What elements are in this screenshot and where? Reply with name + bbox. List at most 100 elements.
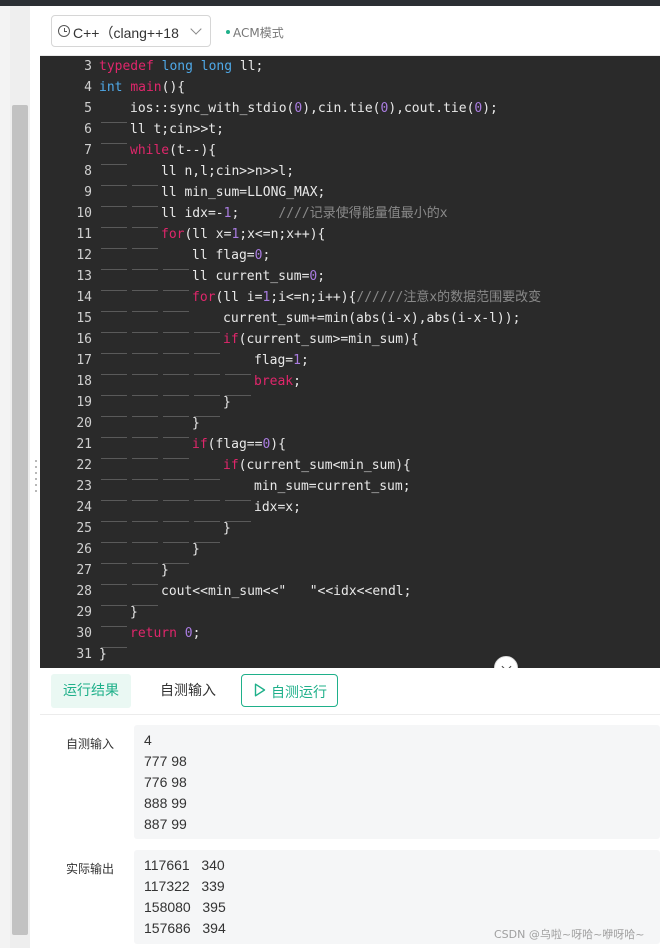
code-line[interactable]: 22 if(current_sum<min_sum){ [40, 455, 660, 480]
code-token: if [192, 437, 208, 452]
code-line[interactable]: 24 idx=x; [40, 497, 660, 522]
input-line: 887 99 [144, 816, 187, 832]
line-code: flag=1; [99, 350, 309, 375]
code-line[interactable]: 31} [40, 644, 660, 665]
code-token: } [192, 416, 200, 431]
line-number: 20 [76, 416, 92, 431]
line-number: 22 [76, 458, 92, 473]
code-line[interactable]: 28 cout<<min_sum<<" "<<idx<<endl; [40, 581, 660, 606]
code-line[interactable]: 6 ll t;cin>>t; [40, 119, 660, 144]
editor-toolbar: C++（clang++18 ACM模式 [40, 6, 660, 56]
line-code: return 0; [99, 623, 200, 648]
code-token: } [223, 521, 231, 536]
code-token: main [130, 80, 162, 95]
code-line[interactable]: 29} [40, 602, 660, 627]
code-line[interactable]: 27} [40, 560, 660, 585]
code-line[interactable]: 17 flag=1; [40, 350, 660, 375]
line-number: 3 [84, 59, 92, 74]
output-line: 157686 394 [144, 920, 226, 936]
line-code: } [99, 392, 231, 417]
code-line[interactable]: 8 ll n,l;cin>>n>>l; [40, 161, 660, 186]
line-code: } [99, 539, 200, 564]
output-label: 实际输出 [66, 862, 115, 876]
vertical-scrollbar-thumb[interactable] [12, 105, 28, 935]
line-number: 10 [76, 206, 92, 221]
code-token: (flag== [207, 437, 263, 452]
language-select[interactable]: C++（clang++18 [51, 15, 211, 47]
code-token: 0 [184, 626, 193, 641]
output-line: 158080 395 [144, 899, 226, 915]
code-token: if [223, 332, 239, 347]
tab-run-result[interactable]: 运行结果 [51, 674, 131, 708]
code-token: ////记录使得能量值最小的x [278, 206, 448, 221]
line-number: 28 [76, 584, 92, 599]
code-line[interactable]: 13 ll current_sum=0; [40, 266, 660, 291]
line-code: while(t--){ [99, 140, 217, 165]
code-line[interactable]: 18 break; [40, 371, 660, 396]
line-code: if(current_sum>=min_sum){ [99, 329, 419, 354]
code-line[interactable]: 11 for(ll x=1;x<=n;x++){ [40, 224, 660, 249]
line-code: break; [99, 371, 301, 396]
line-code: } [99, 518, 231, 543]
code-line[interactable]: 10 ll idx=-1; ////记录使得能量值最小的x [40, 203, 660, 228]
line-code: if(flag==0){ [99, 434, 286, 459]
code-token: ios::sync_with_stdio( [130, 101, 295, 116]
code-line[interactable]: 9 ll min_sum=LLONG_MAX; [40, 182, 660, 207]
tab-custom-input[interactable]: 自测输入 [148, 674, 228, 708]
code-line[interactable]: 4 int main(){ [40, 77, 660, 98]
line-number: 9 [84, 185, 92, 200]
code-line[interactable]: 26} [40, 539, 660, 564]
panel-resize-handle[interactable] [34, 460, 38, 496]
code-line[interactable]: 5 ios::sync_with_stdio(0),cin.tie(0),cout… [40, 98, 660, 123]
line-number: 23 [76, 479, 92, 494]
clock-icon [58, 25, 70, 37]
code-line[interactable]: 7 while(t--){ [40, 140, 660, 165]
line-number: 25 [76, 521, 92, 536]
line-number: 7 [84, 143, 92, 158]
line-number: 8 [84, 164, 92, 179]
code-token: ll; [232, 59, 264, 74]
chevron-down-icon [190, 23, 202, 35]
line-code: min_sum=current_sum; [99, 476, 411, 501]
line-code: } [99, 560, 169, 585]
line-number: 30 [76, 626, 92, 641]
code-token: ll idx=- [161, 206, 224, 221]
custom-run-button[interactable]: 自测运行 [241, 674, 338, 707]
code-line[interactable]: 21 if(flag==0){ [40, 434, 660, 459]
code-token: break [254, 374, 294, 389]
code-token: typedef [99, 59, 154, 74]
input-line: 776 98 [144, 774, 187, 790]
code-line[interactable]: 23 min_sum=current_sum; [40, 476, 660, 501]
code-line[interactable]: 19} [40, 392, 660, 417]
code-line[interactable]: 3 typedef long long ll; [40, 56, 660, 77]
mode-status-dot [226, 30, 230, 34]
code-token: (t--){ [169, 143, 217, 158]
code-token: ll t;cin>>t; [130, 122, 224, 137]
line-code: if(current_sum<min_sum){ [99, 455, 411, 480]
code-token: flag= [254, 353, 294, 368]
line-code: for(ll i=1;i<=n;i++){//////注意x的数据范围要改变 [99, 287, 541, 312]
code-token: } [99, 647, 107, 662]
input-line: 777 98 [144, 753, 187, 769]
code-token: } [223, 395, 231, 410]
code-token: min_sum=current_sum; [254, 479, 411, 494]
output-line: 117322 339 [144, 878, 225, 894]
code-editor[interactable]: 3 typedef long long ll; 4 int main(){5 ios::… [40, 56, 660, 668]
line-number: 16 [76, 332, 92, 347]
code-line[interactable]: 14 for(ll i=1;i<=n;i++){//////注意x的数据范围要改变 [40, 287, 660, 312]
code-token: for [192, 290, 216, 305]
line-code: ll flag=0; [99, 245, 270, 270]
input-label: 自测输入 [66, 737, 115, 751]
code-line[interactable]: 30 return 0; [40, 623, 660, 648]
code-line[interactable]: 16 if(current_sum>=min_sum){ [40, 329, 660, 354]
code-token: ll min_sum=LLONG_MAX; [161, 185, 326, 200]
code-token: ),cout.tie( [388, 101, 475, 116]
line-code: cout<<min_sum<<" "<<idx<<endl; [99, 581, 411, 606]
code-line[interactable]: 25} [40, 518, 660, 543]
code-line[interactable]: 12 ll flag=0; [40, 245, 660, 270]
code-line[interactable]: 20} [40, 413, 660, 438]
line-number: 4 [84, 80, 92, 95]
code-line[interactable]: 15 current_sum+=min(abs(i-x),abs(i-x-l)); [40, 308, 660, 333]
line-code: } [99, 413, 200, 438]
